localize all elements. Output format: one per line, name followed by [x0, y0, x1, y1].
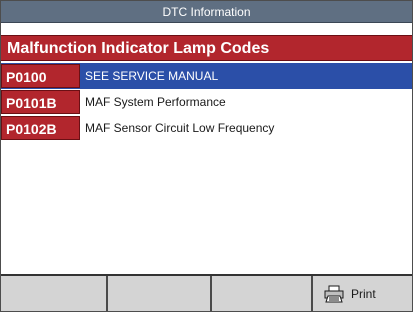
function-key-3[interactable]: [212, 276, 313, 311]
print-button-content: Print: [323, 285, 376, 303]
print-button[interactable]: Print: [313, 276, 412, 311]
dtc-screen: DTC Information Malfunction Indicator La…: [0, 0, 413, 312]
window-title: DTC Information: [1, 1, 412, 23]
dtc-description: MAF System Performance: [85, 95, 226, 109]
function-key-bar: Print: [1, 274, 412, 311]
function-key-1[interactable]: [1, 276, 108, 311]
dtc-row-p0102b[interactable]: P0102B MAF Sensor Circuit Low Frequency: [1, 115, 412, 141]
dtc-row-p0100[interactable]: P0100 SEE SERVICE MANUAL: [1, 63, 412, 89]
dtc-code: P0101B: [1, 90, 80, 114]
dtc-row-p0101b[interactable]: P0101B MAF System Performance: [1, 89, 412, 115]
dtc-code: P0100: [1, 64, 80, 88]
printer-icon: [324, 285, 344, 303]
function-key-2[interactable]: [108, 276, 212, 311]
dtc-description: SEE SERVICE MANUAL: [85, 69, 219, 83]
dtc-description: MAF Sensor Circuit Low Frequency: [85, 121, 275, 135]
print-button-label: Print: [351, 287, 376, 301]
dtc-list: P0100 SEE SERVICE MANUAL P0101B MAF Syst…: [1, 63, 412, 274]
page-title: Malfunction Indicator Lamp Codes: [1, 35, 412, 61]
dtc-code: P0102B: [1, 116, 80, 140]
